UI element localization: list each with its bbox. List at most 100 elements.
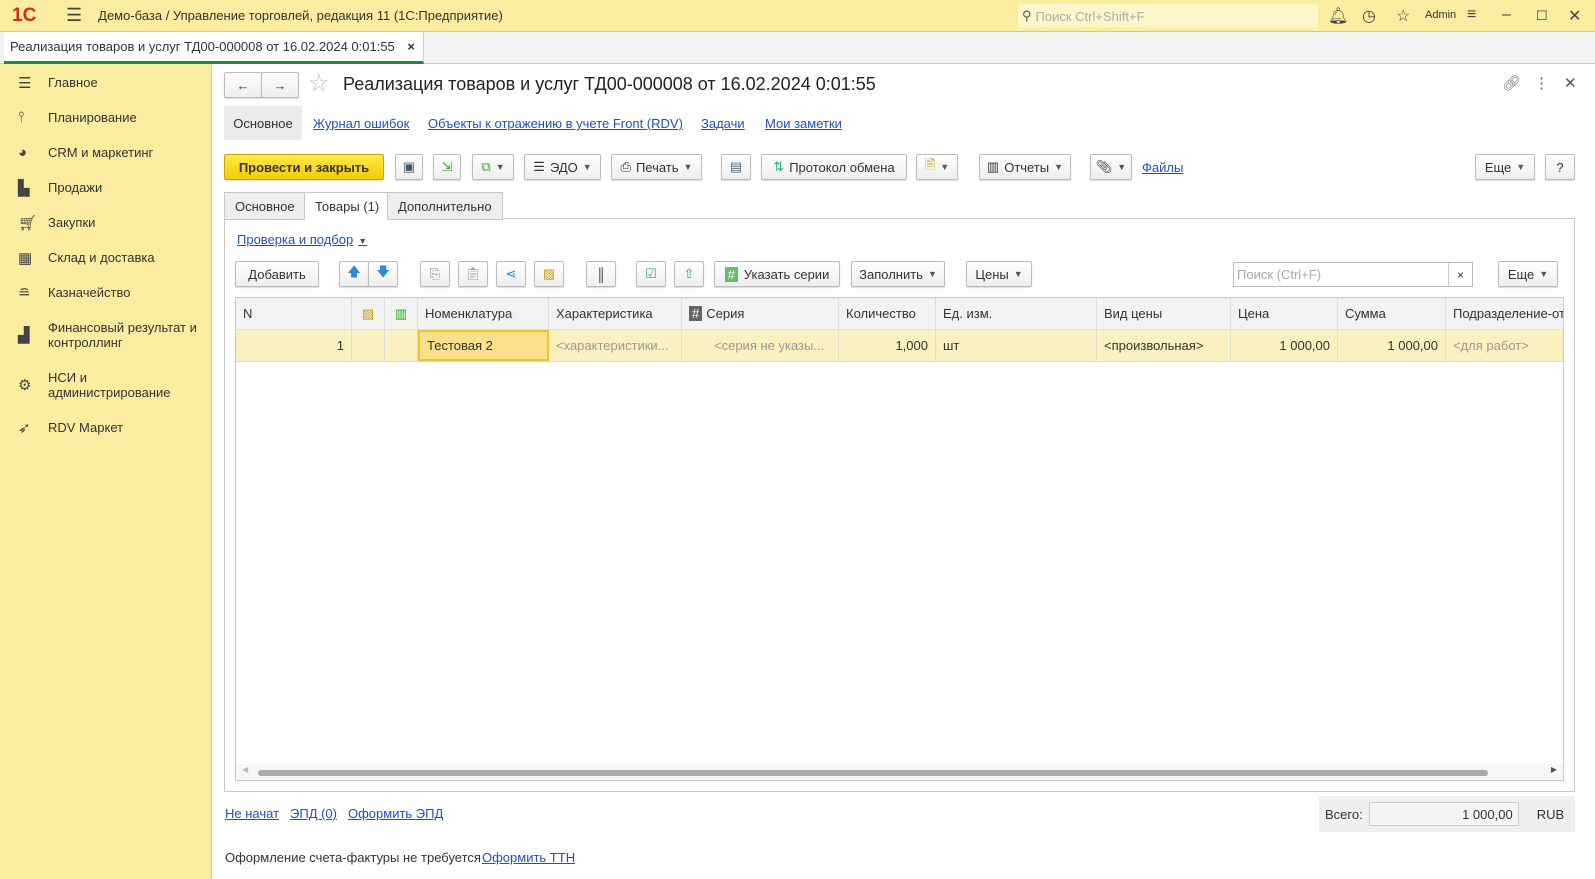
sidebar-item-planning[interactable]: ⫯ Планирование [0,100,211,135]
nav-errors-link[interactable]: Журнал ошибок [313,116,409,131]
nav-tasks-link[interactable]: Задачи [701,116,745,131]
help-button[interactable]: ? [1545,154,1575,180]
cell-price[interactable]: 1 000,00 [1231,330,1338,361]
col-stamp-icon[interactable]: ▥ [385,298,418,329]
sidebar-item-purchases[interactable]: 🛒︎ Закупки [0,205,211,240]
favorite-star-icon[interactable]: ☆ [308,69,330,98]
global-search-input[interactable]: ⚲ Поиск Ctrl+Shift+F [1018,4,1318,28]
star-icon[interactable]: ☆ [1396,6,1410,26]
structure-icon[interactable]: ▤ [721,154,751,180]
post-and-close-button[interactable]: Провести и закрыть [224,154,384,180]
cell-sum[interactable]: 1 000,00 [1338,330,1446,361]
close-window-icon[interactable]: ✕ [1568,6,1581,26]
table-row[interactable]: 1 Тестовая 2 <характеристики... <серия н… [236,330,1563,362]
split-icon[interactable]: ⋖ [496,261,526,287]
col-quantity[interactable]: Количество [839,298,936,329]
nav-objects-link[interactable]: Объекты к отражению в учете Front (RDV) [428,116,683,131]
fill-button[interactable]: Заполнить ▼ [851,261,945,287]
save-icon[interactable]: ▣ [395,154,423,180]
cell-series[interactable]: <серия не указы... [682,330,839,361]
clear-search-icon[interactable]: × [1448,263,1472,286]
link-icon[interactable]: 🔗︎ [1502,74,1521,92]
cell-division[interactable]: <для работ> [1446,330,1563,361]
more-button[interactable]: Еще ▼ [1475,154,1535,180]
post-icon[interactable]: ⇲ [433,154,461,180]
more-vertical-icon[interactable]: ⋮ [1534,74,1549,92]
prices-button[interactable]: Цены ▼ [966,261,1032,287]
sidebar-item-crm[interactable]: ◕ CRM и маркетинг [0,135,211,170]
col-division[interactable]: Подразделение-от [1446,298,1563,329]
add-button[interactable]: Добавить [235,261,319,287]
select-icon[interactable]: ▨ [534,261,564,287]
sidebar-item-main[interactable]: ☰ Главное [0,65,211,100]
sidebar-item-warehouse[interactable]: ▦ Склад и доставка [0,240,211,275]
nav-main[interactable]: Основное [224,106,302,140]
horizontal-scrollbar[interactable]: ◀ ▶ [236,764,1563,780]
check-and-select-link[interactable]: Проверка и подбор ▼ [237,232,367,247]
forward-button[interactable]: → [261,72,299,98]
document-actions-button[interactable]: 🗎 ▼ [916,154,958,180]
table-search-input[interactable]: Поиск (Ctrl+F) × [1233,262,1473,287]
maximize-icon[interactable]: ☐ [1536,8,1548,24]
sidebar-item-sales[interactable]: ▙ Продажи [0,170,211,205]
back-button[interactable]: ← [224,72,262,98]
hamburger-menu-icon[interactable]: ☰ [66,5,82,26]
cell-unit[interactable]: шт [936,330,1097,361]
epd-link[interactable]: ЭПД (0) [290,806,337,821]
cell-characteristic[interactable]: <характеристики... [549,330,682,361]
print-button[interactable]: ⎙ Печать ▼ [611,154,702,180]
scrollbar-thumb[interactable] [258,770,1488,776]
cell-n[interactable]: 1 [236,330,352,361]
sidebar-item-rdv-market[interactable]: ➶ RDV Маркет [0,410,211,445]
minimize-icon[interactable]: – [1502,6,1511,24]
close-tab-icon[interactable]: × [407,39,415,54]
col-sum[interactable]: Сумма [1338,298,1446,329]
status-link[interactable]: Не начат [225,806,279,821]
edo-button[interactable]: ☰ ЭДО ▼ [524,154,601,180]
table-more-button[interactable]: Еще ▼ [1498,261,1558,287]
specify-series-button[interactable]: # Указать серии [714,261,840,287]
make-epd-link[interactable]: Оформить ЭПД [348,806,443,821]
create-based-on-button[interactable]: ⧉ ▼ [472,154,514,180]
exchange-protocol-button[interactable]: ⇅ Протокол обмена [761,154,907,180]
move-up-icon[interactable]: 🡅 [339,261,369,287]
tab-main[interactable]: Основное [224,192,306,220]
tab-goods[interactable]: Товары (1) [304,192,391,220]
col-marked-icon[interactable]: ▨ [352,298,385,329]
cell-quantity[interactable]: 1,000 [839,330,936,361]
bell-icon[interactable]: 🔔︎ [1328,6,1348,26]
make-ttn-link[interactable]: Оформить ТТН [482,850,575,865]
checklist-icon[interactable]: ☑ [636,261,666,287]
cell-nomenclature[interactable]: Тестовая 2 [418,330,549,361]
sidebar-item-treasury[interactable]: ≘ Казначейство [0,275,211,310]
col-series[interactable]: # Серия [682,298,839,329]
upload-icon[interactable]: ⇧ [674,261,704,287]
reports-button[interactable]: ▥ Отчеты ▼ [979,154,1071,180]
col-unit[interactable]: Ед. изм. [936,298,1097,329]
cell-price-type[interactable]: <произвольная> [1097,330,1231,361]
col-price[interactable]: Цена [1231,298,1338,329]
user-name[interactable]: Admin [1425,9,1456,21]
tab-document[interactable]: Реализация товаров и услуг ТД00-000008 о… [4,32,424,64]
copy-icon[interactable]: ⎘ [420,261,450,287]
scroll-left-icon[interactable]: ◀ [242,765,248,774]
close-form-icon[interactable]: ✕ [1564,74,1577,92]
nav-notes-link[interactable]: Мои заметки [765,116,842,131]
paste-icon[interactable]: 📋︎ [458,261,488,287]
tab-extra[interactable]: Дополнительно [387,192,503,220]
move-down-icon[interactable]: 🡇 [368,261,398,287]
settings-lines-icon[interactable]: ≡ [1467,6,1476,24]
attach-button[interactable]: 📎︎ ▼ [1090,154,1132,180]
col-nomenclature[interactable]: Номенклатура [418,298,549,329]
col-price-type[interactable]: Вид цены [1097,298,1231,329]
barcode-icon[interactable]: ║ [586,261,616,287]
history-icon[interactable]: ◷ [1362,6,1376,26]
col-characteristic[interactable]: Характеристика [549,298,682,329]
col-n[interactable]: N [236,298,352,329]
scroll-right-icon[interactable]: ▶ [1551,765,1557,774]
files-link[interactable]: Файлы [1142,160,1183,175]
sidebar-item-finance[interactable]: ▟ Финансовый результат и контроллинг [0,310,211,360]
cell-stamp[interactable] [385,330,418,361]
sidebar-item-admin[interactable]: ⚙ НСИ и администрирование [0,360,211,410]
cell-marked[interactable] [352,330,385,361]
